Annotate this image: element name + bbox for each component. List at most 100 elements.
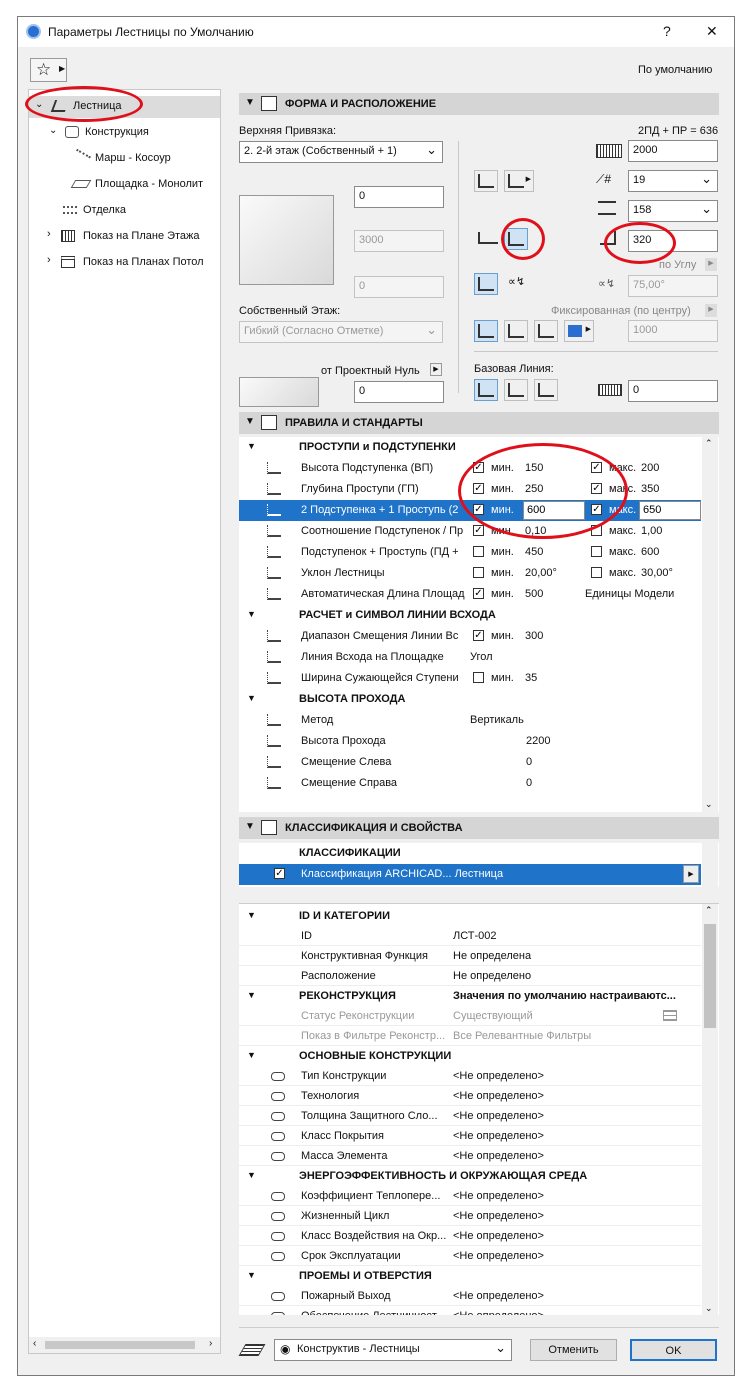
home-story-select[interactable]: Гибкий (Согласно Отметке) (239, 321, 443, 343)
headroom-row[interactable]: Смещение Справа 0 (239, 773, 701, 794)
tree-item-structure[interactable]: ⌄ Конструкция (29, 122, 220, 144)
min-checkbox[interactable]: ✓ (473, 504, 484, 515)
rule-row[interactable]: Автоматическая Длина Площад ✓ мин. 500 Едини… (239, 584, 701, 605)
properties-vertical-scrollbar[interactable]: ⌃ ⌄ (702, 904, 718, 1315)
scroll-down-icon[interactable]: ⌄ (705, 1303, 713, 1314)
group-row[interactable]: ▼ ПРОСТУПИ и ПОДСТУПЕНКИ (239, 437, 701, 458)
scrollbar-thumb[interactable] (45, 1341, 195, 1349)
max-checkbox[interactable] (591, 525, 602, 536)
classification-scrollbar[interactable] (702, 843, 718, 887)
rule-row[interactable]: Линия Всхода на Площадке Угол (239, 647, 701, 668)
classification-checkbox[interactable]: ✓ (274, 868, 285, 879)
property-row[interactable]: Жизненный Цикл <Не определено> (239, 1206, 701, 1226)
fixed-center-menu-icon[interactable]: ▶ (705, 304, 717, 317)
rule-row[interactable]: Подступенок + Проступь (ПД + мин. 450 макс.… (239, 542, 701, 563)
rule-row[interactable]: Ширина Сужающейся Ступени мин. 35 (239, 668, 701, 689)
tread-depth-field[interactable]: 320 (628, 230, 718, 252)
property-row[interactable]: Класс Воздействия на Окр... <Не определен… (239, 1226, 701, 1246)
width-ref-right-button[interactable] (534, 320, 558, 342)
project-zero-menu-icon[interactable]: ▶ (430, 363, 442, 376)
height-field[interactable]: 3000 (354, 230, 444, 252)
width-menu-button[interactable]: ▶ (564, 320, 594, 342)
risers-select[interactable]: 19 (628, 170, 718, 192)
rule-row[interactable]: Глубина Проступи (ГП) ✓ мин. 250 ✓ макс. 350 (239, 479, 701, 500)
min-checkbox[interactable]: ✓ (473, 525, 484, 536)
close-button[interactable]: ✕ (706, 23, 718, 40)
scroll-up-icon[interactable]: ⌃ (705, 438, 713, 449)
width-ref-center-button[interactable] (504, 320, 528, 342)
ok-button[interactable]: OK (630, 1339, 717, 1361)
group-row[interactable]: ▼ ЭНЕРГОЭФФЕКТИВНОСТЬ И ОКРУЖАЮЩАЯ СРЕДА (239, 1166, 701, 1186)
max-checkbox[interactable] (591, 546, 602, 557)
classification-menu-icon[interactable]: ▶ (683, 865, 699, 883)
riser-height-select[interactable]: 158 (628, 200, 718, 222)
max-value-field[interactable]: 650 (639, 501, 701, 520)
rules-vertical-scrollbar[interactable]: ⌃ ⌄ (702, 437, 718, 812)
min-checkbox[interactable] (473, 567, 484, 578)
min-checkbox[interactable]: ✓ (473, 462, 484, 473)
group-row[interactable]: ▼ ПРОЕМЫ И ОТВЕРСТИЯ (239, 1266, 701, 1286)
property-row[interactable]: Тип Конструкции <Не определено> (239, 1066, 701, 1086)
tree-item-landing[interactable]: Площадка - Монолит (29, 174, 220, 196)
baseline-center-button[interactable] (504, 379, 528, 401)
scroll-up-icon[interactable]: ⌃ (705, 905, 713, 916)
rule-row[interactable]: Высота Подступенка (ВП) ✓ мин. 150 ✓ макс. 200 (239, 458, 701, 479)
angle-field[interactable]: 75,00° (628, 275, 718, 297)
tree-horizontal-scrollbar[interactable]: ‹ › (29, 1337, 220, 1353)
width-field[interactable]: 1000 (628, 320, 718, 342)
top-offset-field[interactable]: 0 (354, 186, 444, 208)
property-row[interactable]: Пожарный Выход <Не определено> (239, 1286, 701, 1306)
top-link-select[interactable]: 2. 2-й этаж (Собственный + 1) (239, 141, 443, 163)
by-angle-menu-icon[interactable]: ▶ (705, 258, 717, 271)
group-row[interactable]: ▼ РАСЧЕТ и СИМВОЛ ЛИНИИ ВСХОДА (239, 605, 701, 626)
max-checkbox[interactable]: ✓ (591, 462, 602, 473)
property-row[interactable]: Толщина Защитного Сло... <Не определено> (239, 1106, 701, 1126)
min-checkbox[interactable]: ✓ (473, 630, 484, 641)
layer-select[interactable]: ◉ Конструктив - Лестницы (274, 1339, 512, 1361)
min-checkbox[interactable]: ✓ (473, 588, 484, 599)
scrollbar-thumb[interactable] (704, 924, 716, 1028)
stair-type-button-2[interactable]: ▶ (504, 170, 534, 192)
group-row[interactable]: ▼ ВЫСОТА ПРОХОДА (239, 689, 701, 710)
property-row[interactable]: Статус Реконструкции Существующий (239, 1006, 701, 1026)
headroom-row[interactable]: Смещение Слева 0 (239, 752, 701, 773)
bottom-offset-field[interactable]: 0 (354, 276, 444, 298)
group-row[interactable]: ▼ ID И КАТЕГОРИИ (239, 906, 701, 926)
group-row[interactable]: ▼ ОСНОВНЫЕ КОНСТРУКЦИИ (239, 1046, 701, 1066)
angle-mode-button[interactable] (474, 273, 498, 295)
project-zero-field[interactable]: 0 (354, 381, 444, 403)
max-checkbox[interactable]: ✓ (591, 483, 602, 494)
tree-item-finish[interactable]: Отделка (29, 200, 220, 222)
cancel-button[interactable]: Отменить (530, 1339, 617, 1361)
tread-lock-button[interactable] (504, 228, 528, 250)
property-row[interactable]: Коэффициент Теплопере... <Не определено> (239, 1186, 701, 1206)
min-checkbox[interactable]: ✓ (473, 483, 484, 494)
property-row[interactable]: Показ в Фильтре Реконстр... Все Релевантн… (239, 1026, 701, 1046)
property-row[interactable]: Технология <Не определено> (239, 1086, 701, 1106)
rule-row[interactable]: Диапазон Смещения Линии Вс ✓ мин. 300 (239, 626, 701, 647)
section-rules-header[interactable]: ▼ ПРАВИЛА И СТАНДАРТЫ (239, 412, 719, 434)
property-row[interactable]: Класс Покрытия <Не определено> (239, 1126, 701, 1146)
stair-type-button-1[interactable] (474, 170, 498, 192)
rule-row[interactable]: Соотношение Подступенок / Пр ✓ мин. 0,10 мак… (239, 521, 701, 542)
brick-icon[interactable] (663, 1010, 677, 1021)
group-row[interactable]: ▼ РЕКОНСТРУКЦИЯ Значения по умолчанию наст… (239, 986, 701, 1006)
tree-item-stair[interactable]: ⌄ Лестница (29, 96, 220, 118)
baseline-left-button[interactable] (474, 379, 498, 401)
min-value-field[interactable]: 600 (523, 501, 585, 520)
max-checkbox[interactable]: ✓ (591, 504, 602, 515)
total-height-field[interactable]: 2000 (628, 140, 718, 162)
property-row[interactable]: ID ЛСТ-002 (239, 926, 701, 946)
rule-row[interactable]: 2 Подступенка + 1 Проступь (2 ✓ мин. 600 ✓ ма… (239, 500, 701, 521)
favorites-button[interactable]: ☆ ▶ (30, 58, 67, 82)
max-checkbox[interactable] (591, 567, 602, 578)
classification-row[interactable]: ✓ Классификация ARCHICAD... Лестница (239, 864, 701, 885)
min-checkbox[interactable] (473, 546, 484, 557)
baseline-offset-field[interactable]: 0 (628, 380, 718, 402)
min-checkbox[interactable] (473, 672, 484, 683)
tree-item-floor-plan[interactable]: › Показ на Плане Этажа (29, 226, 220, 248)
property-row[interactable]: Обеспечение Лестничност... <Не определено… (239, 1306, 701, 1315)
headroom-row[interactable]: Метод Вертикаль (239, 710, 701, 731)
scroll-right-icon[interactable]: › (209, 1338, 212, 1349)
baseline-right-button[interactable] (534, 379, 558, 401)
